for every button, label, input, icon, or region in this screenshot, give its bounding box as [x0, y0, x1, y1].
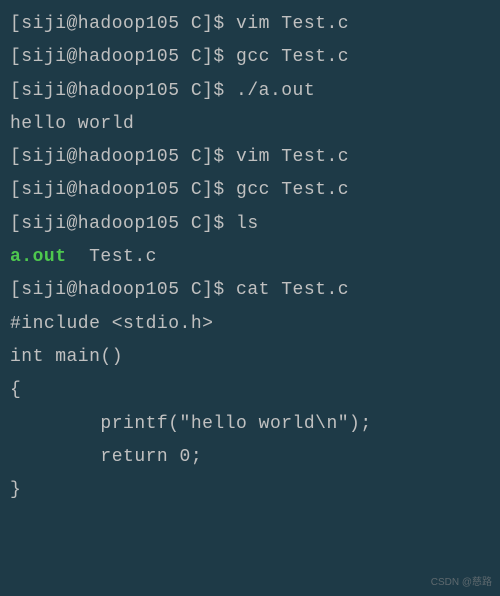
terminal-line-6: [siji@hadoop105 C]$ gcc Test.c [10, 174, 490, 207]
command-gcc: gcc Test.c [236, 180, 349, 200]
terminal-line-1: [siji@hadoop105 C]$ vim Test.c [10, 8, 490, 41]
command-run: ./a.out [236, 81, 315, 101]
source-brace-open: { [10, 374, 490, 407]
source-brace-close: } [10, 474, 490, 507]
terminal-line-7: [siji@hadoop105 C]$ ls [10, 208, 490, 241]
ls-regular-file: Test.c [67, 247, 157, 267]
ls-output: a.out Test.c [10, 241, 490, 274]
ls-executable: a.out [10, 247, 67, 267]
prompt: [siji@hadoop105 C]$ [10, 14, 236, 34]
terminal-line-5: [siji@hadoop105 C]$ vim Test.c [10, 141, 490, 174]
command-vim: vim Test.c [236, 147, 349, 167]
command-cat: cat Test.c [236, 280, 349, 300]
command-ls: ls [236, 214, 259, 234]
terminal-line-9: [siji@hadoop105 C]$ cat Test.c [10, 274, 490, 307]
source-include: #include <stdio.h> [10, 308, 490, 341]
terminal-line-3: [siji@hadoop105 C]$ ./a.out [10, 75, 490, 108]
prompt: [siji@hadoop105 C]$ [10, 47, 236, 67]
prompt: [siji@hadoop105 C]$ [10, 214, 236, 234]
source-return: return 0; [10, 441, 490, 474]
prompt: [siji@hadoop105 C]$ [10, 147, 236, 167]
command-gcc: gcc Test.c [236, 47, 349, 67]
watermark: CSDN @慈路 [431, 574, 492, 593]
prompt: [siji@hadoop105 C]$ [10, 81, 236, 101]
output-hello: hello world [10, 108, 490, 141]
command-vim: vim Test.c [236, 14, 349, 34]
source-printf: printf("hello world\n"); [10, 408, 490, 441]
prompt: [siji@hadoop105 C]$ [10, 280, 236, 300]
prompt: [siji@hadoop105 C]$ [10, 180, 236, 200]
terminal-line-2: [siji@hadoop105 C]$ gcc Test.c [10, 41, 490, 74]
source-main: int main() [10, 341, 490, 374]
